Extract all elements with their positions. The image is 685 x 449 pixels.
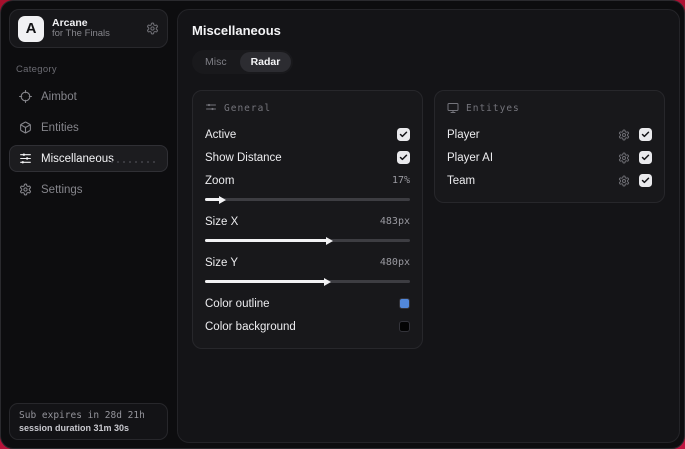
slider-row-size-x: Size X 483px bbox=[205, 211, 410, 232]
subscription-expiry: Sub expires in 28d 21h bbox=[19, 410, 145, 421]
page-title: Miscellaneous bbox=[192, 23, 281, 38]
sidebar: A Arcane for The Finals Category Aimbot bbox=[1, 1, 176, 448]
session-duration: session duration 31m 30s bbox=[19, 423, 130, 433]
gear-icon[interactable] bbox=[618, 129, 630, 141]
cube-icon bbox=[19, 121, 32, 134]
app-window: A Arcane for The Finals Category Aimbot bbox=[0, 0, 685, 449]
slider-value: 480px bbox=[379, 257, 410, 268]
sliders-icon bbox=[205, 102, 217, 114]
tab-group: Misc Radar bbox=[192, 50, 294, 74]
size-x-slider[interactable] bbox=[205, 236, 410, 245]
zoom-slider[interactable] bbox=[205, 195, 410, 204]
sidebar-item-miscellaneous[interactable]: Miscellaneous bbox=[9, 145, 168, 172]
app-subtitle: for The Finals bbox=[52, 28, 110, 40]
app-logo: A bbox=[18, 15, 44, 42]
sidebar-nav: Aimbot Entities Miscellaneous Settings bbox=[9, 83, 168, 203]
size-y-slider[interactable] bbox=[205, 277, 410, 286]
gear-icon[interactable] bbox=[618, 152, 630, 164]
slider-fill bbox=[205, 236, 333, 245]
entity-row-player: Player bbox=[447, 124, 652, 145]
entity-label: Player bbox=[447, 128, 480, 141]
subscription-card: Sub expires in 28d 21h session duration … bbox=[9, 403, 168, 440]
show-distance-checkbox[interactable] bbox=[397, 151, 410, 164]
sidebar-item-label: Settings bbox=[41, 183, 83, 196]
team-checkbox[interactable] bbox=[639, 174, 652, 187]
profile-card: A Arcane for The Finals bbox=[9, 9, 168, 48]
toggle-row-show-distance: Show Distance bbox=[205, 147, 410, 168]
sliders-icon bbox=[19, 152, 32, 165]
sidebar-item-settings[interactable]: Settings bbox=[9, 176, 168, 203]
entity-row-team: Team bbox=[447, 170, 652, 191]
main-content: Miscellaneous Misc Radar General Active bbox=[177, 9, 680, 443]
tab-radar[interactable]: Radar bbox=[239, 52, 292, 72]
panels-row: General Active Show Distance Zoom 17% Si… bbox=[192, 90, 665, 349]
sidebar-item-label: Aimbot bbox=[41, 90, 77, 103]
color-outline-swatch[interactable] bbox=[399, 298, 410, 309]
gear-icon[interactable] bbox=[618, 175, 630, 187]
general-panel-header: General bbox=[205, 102, 410, 114]
slider-thumb[interactable] bbox=[323, 277, 331, 286]
color-background-swatch[interactable] bbox=[399, 321, 410, 332]
slider-value: 483px bbox=[379, 216, 410, 227]
slider-thumb[interactable] bbox=[219, 195, 227, 204]
gear-icon[interactable] bbox=[146, 22, 159, 35]
slider-fill bbox=[205, 277, 331, 286]
slider-row-size-y: Size Y 480px bbox=[205, 252, 410, 273]
entity-label: Team bbox=[447, 174, 476, 187]
slider-row-zoom: Zoom 17% bbox=[205, 170, 410, 191]
slider-thumb[interactable] bbox=[326, 236, 333, 245]
tab-misc[interactable]: Misc bbox=[194, 52, 238, 72]
slider-label: Zoom bbox=[205, 174, 235, 187]
category-label: Category bbox=[16, 64, 57, 75]
entities-panel: Entityes Player Player AI Team bbox=[434, 90, 665, 203]
general-panel: General Active Show Distance Zoom 17% Si… bbox=[192, 90, 423, 349]
slider-value: 17% bbox=[391, 175, 410, 186]
active-checkbox[interactable] bbox=[397, 128, 410, 141]
slider-label: Size Y bbox=[205, 256, 239, 269]
player-checkbox[interactable] bbox=[639, 128, 652, 141]
sidebar-item-label: Miscellaneous bbox=[41, 152, 114, 165]
color-row-outline: Color outline bbox=[205, 293, 410, 314]
active-item-dots-decoration bbox=[109, 159, 157, 167]
color-label: Color background bbox=[205, 320, 296, 333]
sidebar-item-aimbot[interactable]: Aimbot bbox=[9, 83, 168, 110]
slider-fill bbox=[205, 195, 227, 204]
color-row-background: Color background bbox=[205, 316, 410, 337]
entities-panel-header: Entityes bbox=[447, 102, 652, 114]
entity-label: Player AI bbox=[447, 151, 494, 164]
toggle-label: Active bbox=[205, 128, 237, 141]
crosshair-icon bbox=[19, 90, 32, 103]
panel-title: General bbox=[224, 102, 272, 114]
monitor-icon bbox=[447, 102, 459, 114]
slider-label: Size X bbox=[205, 215, 239, 228]
color-label: Color outline bbox=[205, 297, 270, 310]
gear-icon bbox=[19, 183, 32, 196]
toggle-row-active: Active bbox=[205, 124, 410, 145]
entity-row-player-ai: Player AI bbox=[447, 147, 652, 168]
player-ai-checkbox[interactable] bbox=[639, 151, 652, 164]
toggle-label: Show Distance bbox=[205, 151, 282, 164]
profile-meta: Arcane for The Finals bbox=[52, 17, 138, 40]
sidebar-item-entities[interactable]: Entities bbox=[9, 114, 168, 141]
sidebar-item-label: Entities bbox=[41, 121, 79, 134]
panel-title: Entityes bbox=[466, 102, 520, 114]
